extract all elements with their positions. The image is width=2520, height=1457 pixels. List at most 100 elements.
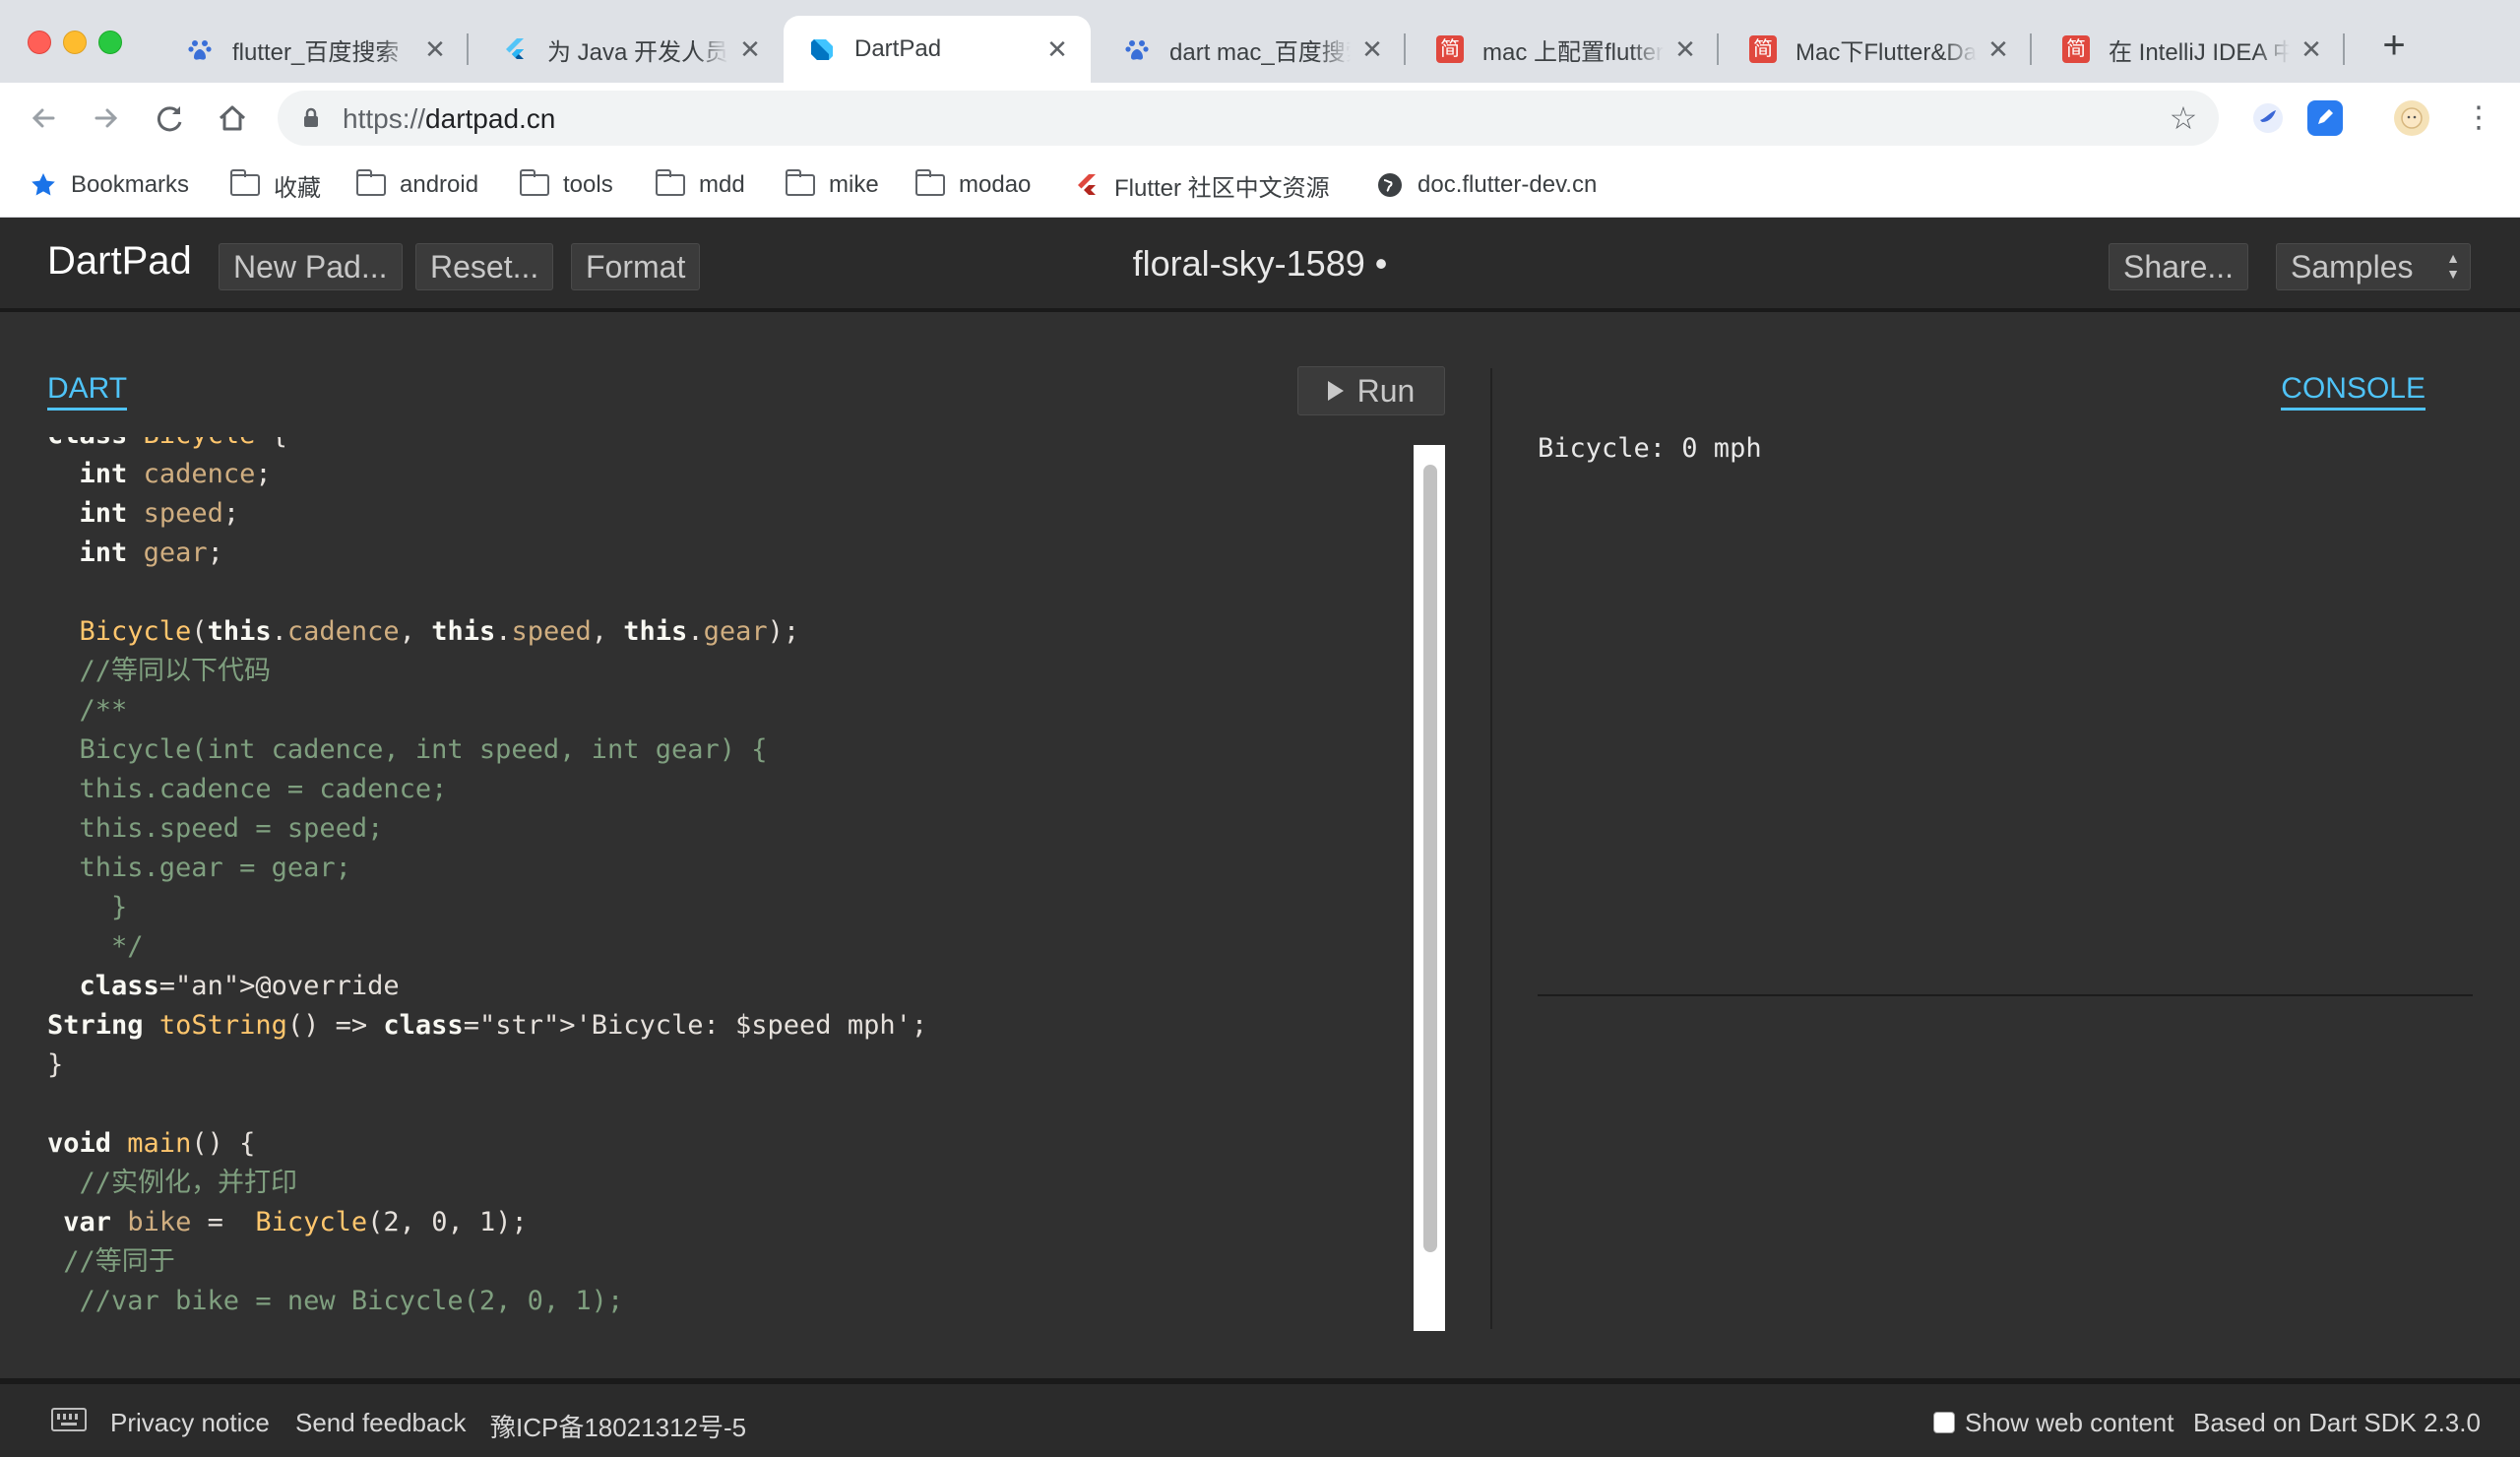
show-web-content-checkbox[interactable] [1933, 1412, 1955, 1433]
extension-edit-icon[interactable] [2307, 100, 2343, 136]
browser-tab[interactable]: 为 Java 开发人员准备的 Dart ✕ [476, 16, 784, 83]
jianshu-icon: 简 [1435, 34, 1465, 64]
tab-dart[interactable]: DART [47, 372, 128, 411]
bookmark-label: Bookmarks [71, 171, 190, 198]
baidu-paw-icon [185, 34, 215, 64]
browser-tab[interactable]: flutter_百度搜索 ✕ [161, 16, 469, 83]
bookmark-label: mdd [699, 171, 745, 198]
editor-scrollbar-thumb[interactable] [1423, 465, 1437, 1252]
url-host: dartpad.cn [425, 103, 556, 134]
bookmark-item[interactable]: Flutter 社区中文资源 [1073, 167, 1330, 203]
tab-close-icon[interactable]: ✕ [421, 35, 449, 63]
bookmark-label: 收藏 [274, 174, 321, 202]
console-output: Bicycle: 0 mph [1538, 433, 1762, 464]
tab-close-icon[interactable]: ✕ [1043, 35, 1071, 63]
bookmark-item[interactable]: mdd [655, 167, 745, 203]
jianshu-glyph: 简 [1436, 35, 1464, 63]
star-icon [30, 171, 57, 199]
window-zoom-button[interactable] [98, 31, 122, 54]
browser-tab[interactable]: 简在 IntelliJ IDEA 中 ✕ [2038, 16, 2345, 83]
folder-icon [655, 169, 685, 196]
show-web-content-label[interactable]: Show web content [1965, 1408, 2174, 1438]
tab-title: DartPad [854, 35, 942, 62]
extension-bird-icon[interactable] [2250, 100, 2286, 136]
profile-avatar[interactable] [2394, 100, 2429, 136]
flutter-icon [500, 34, 530, 64]
bookmark-label: Flutter 社区中文资源 [1114, 174, 1330, 202]
tab-title: Mac下Flutter&Dart [1796, 38, 1977, 66]
bookmark-item[interactable]: modao [914, 167, 1031, 203]
home-icon[interactable] [213, 98, 252, 138]
browser-toolbar: https://dartpad.cn ☆ ⋮ [0, 83, 2520, 154]
browser-tab-strip: flutter_百度搜索✕为 Java 开发人员准备的 Dart✕DartPad… [0, 0, 2520, 83]
tab-separator [1404, 33, 1406, 65]
window-minimize-button[interactable] [63, 31, 87, 54]
tab-close-icon[interactable]: ✕ [1358, 35, 1386, 63]
samples-label: Samples [2291, 249, 2414, 285]
jianshu-glyph: 简 [1749, 35, 1777, 63]
privacy-notice-link[interactable]: Privacy notice [110, 1408, 270, 1438]
folder-icon [355, 169, 386, 196]
tab-close-icon[interactable]: ✕ [1984, 35, 2012, 63]
icp-link[interactable]: 豫ICP备18021312号-5 [490, 1408, 746, 1444]
bookmark-label: tools [563, 171, 613, 198]
play-icon [1327, 380, 1344, 401]
window-close-button[interactable] [28, 31, 51, 54]
dartpad-header: DartPad New Pad... Reset... Format flora… [0, 218, 2520, 312]
folder-icon [785, 169, 815, 196]
baidu-paw-icon [1122, 34, 1152, 64]
send-feedback-link[interactable]: Send feedback [295, 1408, 466, 1438]
tab-close-icon[interactable]: ✕ [736, 35, 764, 63]
bookmark-label: doc.flutter-dev.cn [1418, 171, 1598, 198]
select-arrows-icon: ▲ ▼ [2446, 250, 2460, 282]
browser-tab[interactable]: 简 Mac下Flutter&Dart ✕ [1725, 16, 2032, 83]
bookmark-item[interactable]: mike [785, 167, 879, 203]
tab-title: 为 Java 开发人员准备的 Dart [547, 38, 728, 66]
browser-tab[interactable]: dart mac_百度搜索 ✕ [1099, 16, 1406, 83]
bookmark-item[interactable]: android [355, 167, 478, 203]
address-bar[interactable]: https://dartpad.cn ☆ [278, 91, 2219, 146]
bookmark-item[interactable]: doc.flutter-dev.cn [1376, 167, 1597, 203]
flutter-icon [1073, 171, 1101, 199]
bookmarks-bar: Bookmarks 收藏 android tools mdd mike modao Flutt… [0, 154, 2520, 218]
run-label: Run [1356, 373, 1416, 409]
tab-console[interactable]: CONSOLE [2281, 372, 2426, 411]
lock-icon[interactable] [299, 106, 323, 130]
tab-title: 在 IntelliJ IDEA 中 [2109, 38, 2290, 66]
sdk-version: Based on Dart SDK 2.3.0 [2193, 1408, 2481, 1437]
samples-dropdown[interactable]: Samples ▲ ▼ [2276, 243, 2471, 290]
tab-title: mac 上配置flutter [1482, 38, 1664, 66]
url-scheme: https:// [343, 103, 426, 134]
back-icon[interactable] [24, 98, 63, 138]
url-text[interactable]: https://dartpad.cn [343, 103, 555, 135]
bookmark-label: mike [829, 171, 879, 198]
browser-menu-icon[interactable]: ⋮ [2461, 100, 2496, 136]
bookmark-star-icon[interactable]: ☆ [2166, 100, 2201, 136]
pane-divider[interactable] [1490, 368, 1492, 1329]
new-tab-button[interactable]: + [2374, 26, 2414, 65]
jianshu-glyph: 简 [2062, 35, 2090, 63]
run-button[interactable]: Run [1297, 366, 1445, 415]
reload-icon[interactable] [150, 98, 189, 138]
dart-icon [807, 34, 837, 64]
folder-icon [914, 169, 945, 196]
tab-separator [2343, 33, 2345, 65]
forward-icon[interactable] [87, 98, 126, 138]
folder-icon [229, 169, 260, 196]
bookmark-item[interactable]: Bookmarks [30, 167, 189, 203]
code-text[interactable]: class Bicycle { int cadence; int speed; … [47, 437, 927, 1321]
tab-close-icon[interactable]: ✕ [1671, 35, 1699, 63]
bookmark-item[interactable]: tools [519, 167, 613, 203]
browser-tab[interactable]: 简 mac 上配置flutter ✕ [1412, 16, 1719, 83]
jianshu-icon: 简 [1748, 34, 1778, 64]
tab-separator [2030, 33, 2032, 65]
code-editor[interactable]: class Bicycle { int cadence; int speed; … [0, 437, 1418, 1333]
share-button[interactable]: Share... [2109, 243, 2249, 290]
tab-close-icon[interactable]: ✕ [2298, 35, 2325, 63]
bookmark-item[interactable]: 收藏 [229, 167, 321, 203]
console-divider[interactable] [1538, 994, 2473, 996]
tab-separator [1717, 33, 1719, 65]
browser-tab[interactable]: DartPad ✕ [784, 16, 1091, 83]
jianshu-icon: 简 [2061, 34, 2091, 64]
keyboard-shortcuts-icon[interactable] [51, 1408, 87, 1431]
